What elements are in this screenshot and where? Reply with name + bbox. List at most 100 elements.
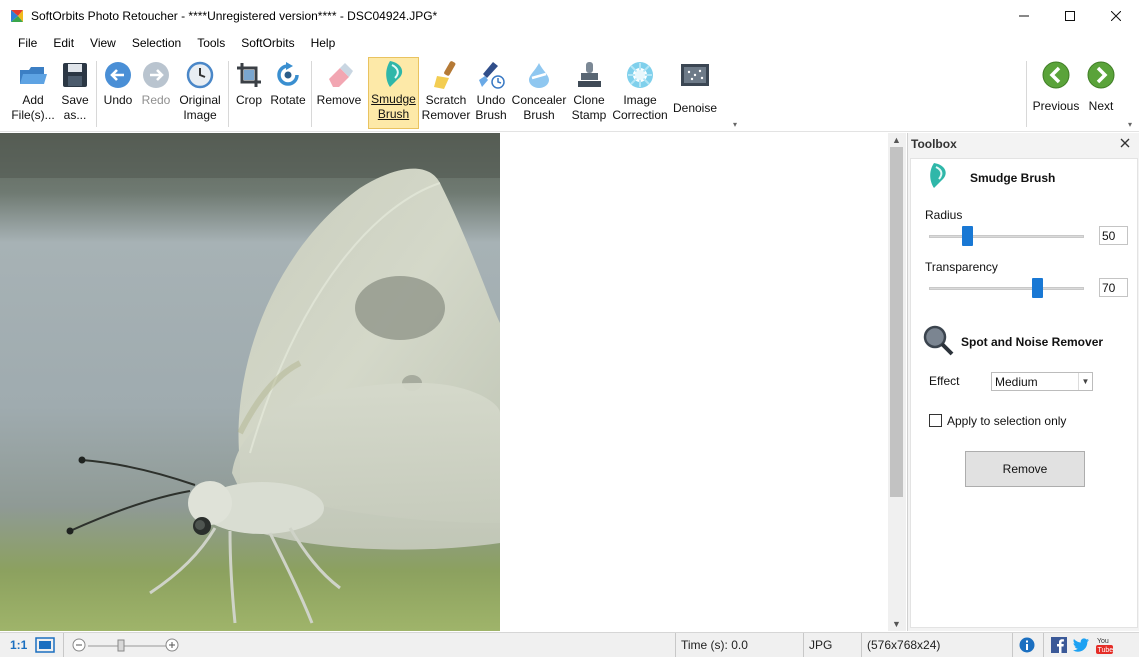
facebook-icon[interactable] bbox=[1051, 637, 1067, 653]
butterfly-photo[interactable] bbox=[0, 133, 500, 631]
save-as-button[interactable]: Save as... bbox=[57, 59, 93, 129]
menu-file[interactable]: File bbox=[10, 36, 45, 50]
denoise-icon bbox=[681, 64, 709, 86]
toolbar-separator bbox=[1026, 61, 1027, 127]
add-files-button[interactable]: Add File(s)... bbox=[10, 59, 56, 129]
clone-stamp-button[interactable]: Clone Stamp bbox=[570, 59, 608, 129]
toolbar-separator bbox=[96, 61, 97, 127]
image-canvas[interactable] bbox=[0, 133, 888, 631]
menu-tools[interactable]: Tools bbox=[189, 36, 233, 50]
denoise-button[interactable]: Denoise bbox=[670, 59, 720, 129]
apply-selection-label: Apply to selection only bbox=[947, 414, 1067, 428]
next-button[interactable]: Next bbox=[1084, 59, 1118, 129]
transparency-slider[interactable] bbox=[929, 287, 1084, 290]
image-dimensions: (576x768x24) bbox=[867, 638, 941, 652]
concealer-brush-button[interactable]: Concealer Brush bbox=[512, 59, 566, 129]
radius-value-field[interactable]: 50 bbox=[1099, 226, 1128, 245]
smudge-brush-button[interactable]: Smudge Brush bbox=[368, 57, 419, 129]
processing-time: Time (s): 0.0 bbox=[681, 638, 748, 652]
redo-button[interactable]: Redo bbox=[138, 59, 174, 129]
image-correction-button[interactable]: Image Correction bbox=[612, 59, 668, 129]
scroll-up-icon[interactable]: ▲ bbox=[892, 135, 901, 145]
toolbox-body: Smudge Brush Radius 50 Transparency 70 S… bbox=[910, 158, 1138, 628]
image-correction-label: Image Correction bbox=[612, 93, 668, 122]
open-folder-icon bbox=[20, 67, 47, 84]
menu-bar: File Edit View Selection Tools SoftOrbit… bbox=[0, 31, 1139, 55]
canvas-vertical-scrollbar[interactable]: ▲ ▼ bbox=[888, 133, 906, 631]
scratch-remover-button[interactable]: Scratch Remover bbox=[421, 59, 471, 129]
transparency-slider-thumb[interactable] bbox=[1032, 278, 1043, 298]
scratch-brush-icon bbox=[434, 61, 456, 89]
toolbar-overflow-icon[interactable]: ▾ bbox=[1128, 120, 1132, 129]
status-divider bbox=[861, 633, 862, 657]
scroll-thumb[interactable] bbox=[890, 147, 903, 497]
maximize-icon bbox=[1065, 10, 1075, 21]
denoise-label: Denoise bbox=[672, 101, 718, 115]
info-icon[interactable] bbox=[1019, 637, 1035, 653]
save-as-label: Save as... bbox=[61, 93, 89, 122]
chevron-down-icon: ▼ bbox=[1078, 373, 1092, 390]
previous-button[interactable]: Previous bbox=[1032, 59, 1080, 129]
twitter-icon[interactable] bbox=[1073, 638, 1089, 652]
smudge-brush-icon bbox=[930, 163, 946, 188]
youtube-icon[interactable]: You Tube bbox=[1096, 636, 1113, 654]
toolbox-panel: Toolbox Smudge Brush Radius 50 Transpare… bbox=[907, 133, 1139, 631]
remove-button-toolbar[interactable]: Remove bbox=[315, 59, 363, 129]
smudge-brush-title: Smudge Brush bbox=[970, 171, 1056, 185]
undo-button[interactable]: Undo bbox=[100, 59, 136, 129]
fit-to-window-icon[interactable] bbox=[35, 637, 55, 653]
previous-arrow-icon bbox=[1042, 61, 1070, 89]
svg-text:Tube: Tube bbox=[1098, 647, 1114, 654]
status-bar: 1:1 Time (s): 0.0 JPG (576x768x24) You Tu… bbox=[0, 632, 1139, 657]
crop-button[interactable]: Crop bbox=[232, 59, 266, 129]
close-icon bbox=[1111, 10, 1121, 21]
clone-stamp-label: Clone Stamp bbox=[571, 93, 607, 122]
smudge-brush-label: Smudge Brush bbox=[371, 92, 416, 121]
actual-size-button[interactable]: 1:1 bbox=[10, 633, 27, 657]
status-divider bbox=[803, 633, 804, 657]
menu-selection[interactable]: Selection bbox=[124, 36, 189, 50]
undo-brush-button[interactable]: Undo Brush bbox=[472, 59, 510, 129]
effect-label: Effect bbox=[929, 374, 960, 388]
main-toolbar: Add File(s)... Save as... Undo Redo Orig… bbox=[0, 55, 1139, 132]
clock-restore-icon bbox=[186, 61, 214, 89]
remove-label: Remove bbox=[316, 93, 362, 107]
remove-button[interactable]: Remove bbox=[965, 451, 1085, 487]
maximize-button[interactable] bbox=[1047, 0, 1093, 31]
original-image-button[interactable]: Original Image bbox=[177, 59, 223, 129]
toolbox-close-icon[interactable] bbox=[1119, 137, 1131, 149]
butterfly-image bbox=[0, 133, 500, 631]
status-divider bbox=[1012, 633, 1013, 657]
transparency-label: Transparency bbox=[925, 260, 998, 274]
rotate-button[interactable]: Rotate bbox=[269, 59, 307, 129]
toolbar-overflow-icon[interactable]: ▾ bbox=[733, 120, 737, 129]
menu-softorbits[interactable]: SoftOrbits bbox=[233, 36, 302, 50]
status-divider bbox=[675, 633, 676, 657]
spot-noise-remover-title: Spot and Noise Remover bbox=[961, 335, 1104, 349]
app-logo-icon bbox=[11, 9, 23, 22]
rotate-icon bbox=[277, 62, 299, 86]
redo-label: Redo bbox=[141, 93, 171, 107]
menu-help[interactable]: Help bbox=[303, 36, 344, 50]
status-divider bbox=[63, 633, 64, 657]
close-button[interactable] bbox=[1093, 0, 1139, 31]
crop-label: Crop bbox=[235, 93, 262, 107]
transparency-value-field[interactable]: 70 bbox=[1099, 278, 1128, 297]
zoom-slider[interactable] bbox=[72, 638, 182, 653]
toolbox-header: Toolbox bbox=[911, 137, 957, 151]
apply-selection-checkbox[interactable] bbox=[929, 414, 942, 427]
redo-arrow-icon bbox=[143, 62, 169, 88]
undo-brush-icon bbox=[479, 62, 505, 89]
radius-slider-thumb[interactable] bbox=[962, 226, 974, 246]
menu-view[interactable]: View bbox=[82, 36, 124, 50]
image-format: JPG bbox=[809, 638, 833, 652]
image-correction-icon bbox=[627, 62, 653, 88]
menu-edit[interactable]: Edit bbox=[45, 36, 82, 50]
undo-arrow-icon bbox=[105, 62, 131, 88]
undo-label: Undo bbox=[103, 93, 133, 107]
radius-slider[interactable] bbox=[929, 235, 1084, 238]
scroll-down-icon[interactable]: ▼ bbox=[892, 619, 901, 629]
effect-select[interactable]: Medium ▼ bbox=[991, 372, 1093, 391]
radius-label: Radius bbox=[925, 208, 963, 222]
minimize-button[interactable] bbox=[1001, 0, 1047, 31]
